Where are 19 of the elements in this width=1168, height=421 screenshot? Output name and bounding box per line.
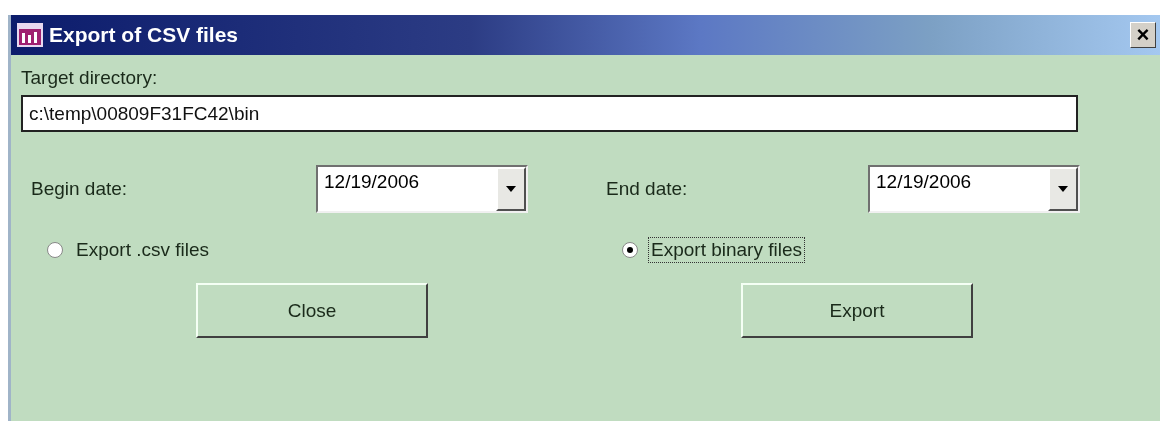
date-dropdown[interactable]: 12/19/2006: [316, 165, 528, 213]
date-dropdown[interactable]: 12/19/2006: [868, 165, 1080, 213]
caret-icon: [506, 186, 516, 192]
close-button[interactable]: Close: [196, 283, 428, 338]
dropdown-button[interactable]: [1048, 167, 1078, 211]
radio-button[interactable]: [622, 242, 638, 258]
close-button[interactable]: ×: [1130, 22, 1156, 48]
radio-label[interactable]: Export binary files: [648, 237, 805, 263]
export-button[interactable]: Export: [741, 283, 973, 338]
date-label: Begin date:: [31, 178, 129, 200]
window-title: Export of CSV files: [49, 23, 240, 47]
app-icon: [17, 23, 43, 47]
dropdown-button[interactable]: [496, 167, 526, 211]
radio-label[interactable]: Export .csv files: [73, 237, 213, 263]
caret-icon: [1058, 186, 1068, 192]
directory-field[interactable]: c:\temp\00809F31FC42\bin: [21, 95, 1078, 132]
field-label: Target directory:: [21, 67, 159, 89]
radio-button[interactable]: [47, 242, 63, 258]
date-label: End date:: [606, 178, 689, 200]
